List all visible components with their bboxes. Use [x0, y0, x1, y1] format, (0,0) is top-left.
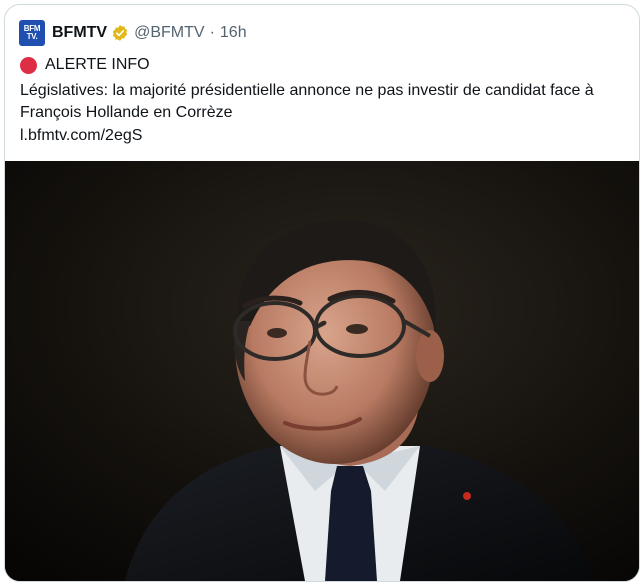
alert-label: ALERTE INFO — [45, 56, 150, 73]
avatar[interactable]: BFM TV. — [19, 20, 45, 46]
author-display-name[interactable]: BFMTV — [52, 24, 107, 42]
tweet-card[interactable]: BFM TV. BFMTV @BFMTV · 16h ALERTE INFO L… — [4, 4, 640, 582]
alert-line: ALERTE INFO — [20, 56, 150, 74]
tweet-photo[interactable] — [5, 161, 639, 581]
portrait-photo-icon — [5, 161, 639, 581]
separator-dot: · — [209, 24, 215, 41]
red-circle-icon — [20, 56, 37, 74]
tweet-link[interactable]: l.bfmtv.com/2egS — [20, 125, 142, 147]
verified-badge-icon[interactable] — [111, 24, 129, 42]
avatar-text-bottom: TV. — [26, 32, 38, 41]
tweet-timestamp[interactable]: 16h — [220, 24, 247, 42]
author-handle[interactable]: @BFMTV — [134, 24, 204, 42]
tweet-header: BFM TV. BFMTV @BFMTV · 16h — [19, 19, 247, 47]
tweet-text: Législatives: la majorité présidentielle… — [20, 82, 594, 121]
